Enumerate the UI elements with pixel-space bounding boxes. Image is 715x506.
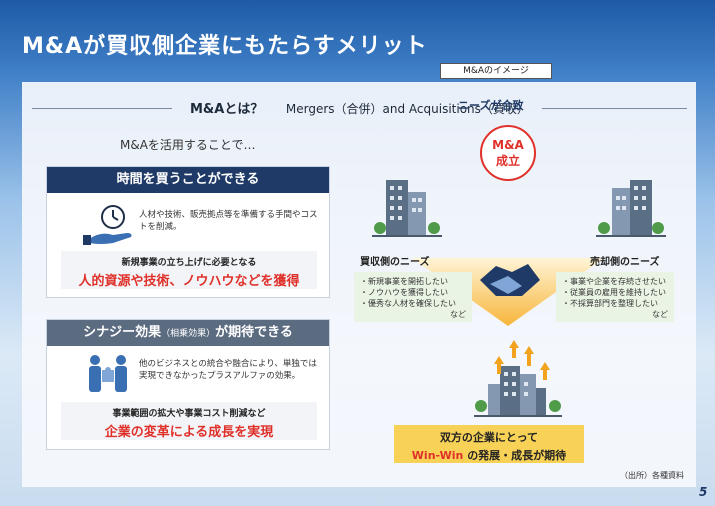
slide-title: M&Aが買収側企業にもたらすメリット xyxy=(22,34,428,59)
buyer-needs-label: 買収側のニーズ xyxy=(360,257,430,268)
buyer-need-item: ・ノウハウを獲得したい xyxy=(360,288,448,297)
growth-city-icon xyxy=(474,340,562,417)
divider-left xyxy=(32,108,172,109)
result-box: 双方の企業にとって Win-Win の発展・成長が期待 xyxy=(394,425,584,463)
synergy-card-highlight: 事業範囲の拡大や事業コスト削減など 企業の変革による成長を実現 xyxy=(61,402,317,440)
time-card: 時間を買うことができる 人材や技術、販売拠点等を準備する手間やコストを削減。 新… xyxy=(46,166,330,298)
synergy-header-tail: が期待できる xyxy=(215,325,293,340)
result-line2: Win-Win の発展・成長が期待 xyxy=(394,447,584,463)
page-number: 5 xyxy=(699,485,708,499)
synergy-header-main: シナジー効果 xyxy=(83,325,162,340)
seller-need-item: ・事業や企業を存続させたい xyxy=(562,277,666,286)
synergy-card-highlight-big: 企業の変革による成長を実現 xyxy=(104,425,274,440)
intro-text: M&Aを活用することで… xyxy=(120,138,256,152)
time-card-description: 人材や技術、販売拠点等を準備する手間やコストを削減。 xyxy=(139,210,318,232)
time-card-highlight-small: 新規事業の立ち上げに必要となる xyxy=(121,258,257,268)
time-card-highlight-big: 人的資源や技術、ノウハウなどを獲得 xyxy=(78,274,300,289)
mna-deal-circle: M&A 成立 xyxy=(480,125,536,181)
people-puzzle-icon xyxy=(89,355,127,392)
time-card-header: 時間を買うことができる xyxy=(47,167,329,193)
seller-need-item: ・従業員の雇用を維持したい xyxy=(562,288,666,297)
seller-need-etc: など xyxy=(652,310,668,319)
buyer-need-item: ・優秀な人材を確保したい xyxy=(360,299,456,308)
synergy-card: シナジー効果（相乗効果）が期待できる 他のビジネスとの統合や融合により、単独では… xyxy=(46,319,330,450)
synergy-card-header: シナジー効果（相乗効果）が期待できる xyxy=(47,320,329,346)
needs-match-text: ニーズが合致 xyxy=(458,99,524,112)
synergy-card-description: 他のビジネスとの統合や融合により、単独では実現できなかったプラスアルファの効果。 xyxy=(139,359,317,381)
seller-needs-list: ・事業や企業を存続させたい ・従業員の雇用を維持したい ・不採算部門を整理したい… xyxy=(556,272,674,322)
clock-hand-icon xyxy=(83,205,132,245)
buyer-need-item: ・新規事業を開拓したい xyxy=(360,277,448,286)
result-line2-tail: の発展・成長が期待 xyxy=(467,449,567,462)
source-note: （出所）各種資料 xyxy=(620,471,684,480)
divider-right xyxy=(542,108,687,109)
result-winwin: Win-Win xyxy=(411,449,464,462)
buyer-need-etc: など xyxy=(450,310,466,319)
synergy-card-highlight-small: 事業範囲の拡大や事業コスト削減など xyxy=(112,409,266,419)
result-line1: 双方の企業にとって xyxy=(439,431,539,444)
seller-needs-label: 売却側のニーズ xyxy=(590,257,660,268)
buyer-needs-list: ・新規事業を開拓したい ・ノウハウを獲得したい ・優秀な人材を確保したい など xyxy=(354,272,472,322)
subtitle-main: M&Aとは？ xyxy=(190,102,264,117)
synergy-header-paren: （相乗効果） xyxy=(161,329,216,339)
seller-building-icon xyxy=(596,180,666,237)
seller-need-item: ・不採算部門を整理したい xyxy=(562,299,658,308)
image-label: M&Aのイメージ xyxy=(440,63,552,79)
subtitle-row: M&Aとは？ Mergers（合併）and Acquisitions（買収） xyxy=(22,98,696,120)
time-card-highlight: 新規事業の立ち上げに必要となる 人的資源や技術、ノウハウなどを獲得 xyxy=(61,251,317,289)
circle-line1: M&A xyxy=(492,138,524,152)
circle-line2: 成立 xyxy=(495,154,520,168)
